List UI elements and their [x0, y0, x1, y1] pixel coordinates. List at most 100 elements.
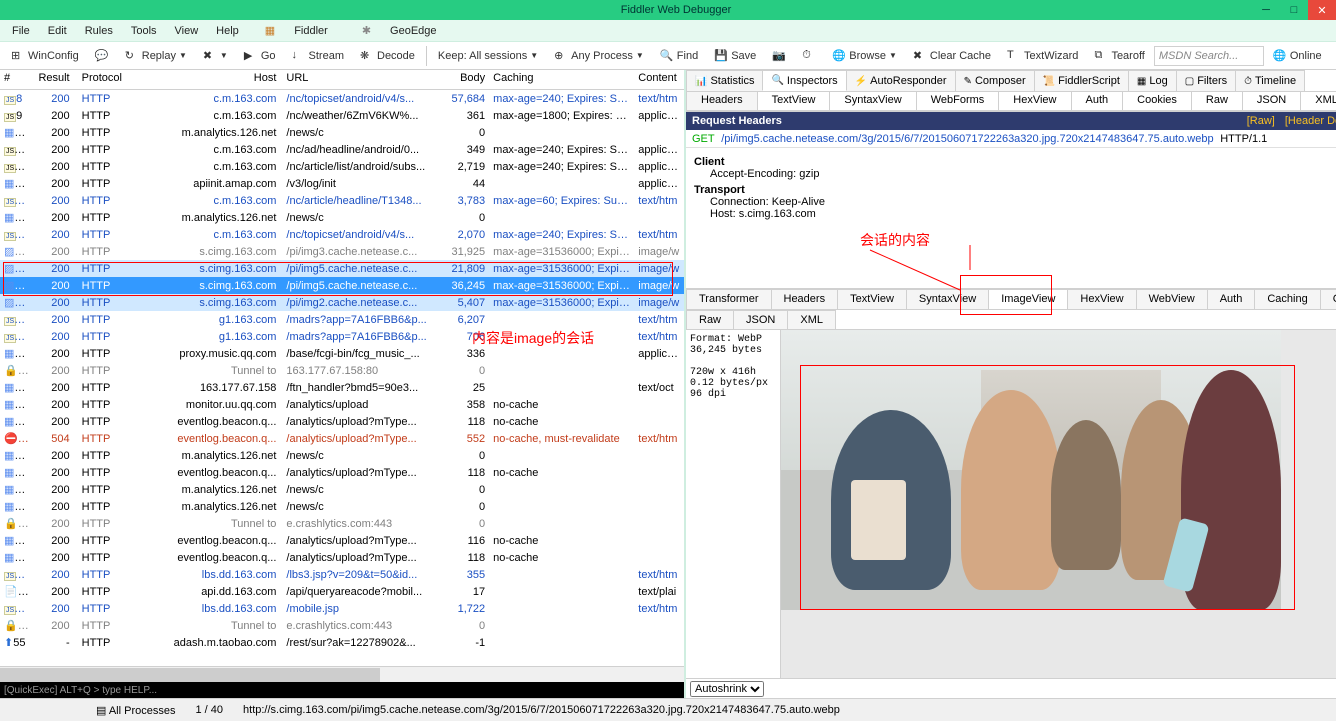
minimize-button[interactable]: ─	[1252, 0, 1280, 20]
tab-fiddlerscript[interactable]: 📜FiddlerScript	[1034, 70, 1129, 91]
table-row[interactable]: ▦26200HTTP163.177.67.158/ftn_handler?bmd…	[0, 379, 684, 396]
toolbar-textwizard[interactable]: TTextWizard	[1000, 46, 1085, 66]
toolbar-cam[interactable]: 📷	[765, 46, 793, 66]
table-row[interactable]: ▦28200HTTPeventlog.beacon.q.../analytics…	[0, 413, 684, 430]
table-row[interactable]: 🔒25200HTTPTunnel to163.177.67.158:800	[0, 362, 684, 379]
resptab-webview[interactable]: WebView	[1136, 289, 1208, 309]
table-row[interactable]: JS9200HTTPc.m.163.com/nc/weather/6ZmV6KW…	[0, 107, 684, 124]
reqtab-cookies[interactable]: Cookies	[1122, 92, 1192, 111]
resptab-syntaxview[interactable]: SyntaxView	[906, 289, 989, 309]
table-row[interactable]: 🔒47200HTTPTunnel toe.crashlytics.com:443…	[0, 515, 684, 532]
msdn-search[interactable]: MSDN Search...	[1154, 46, 1264, 66]
toolbar-tearoff[interactable]: ⧉Tearoff	[1087, 46, 1151, 66]
table-row[interactable]: JS14200HTTPc.m.163.com/nc/article/headli…	[0, 192, 684, 209]
reqtab-json[interactable]: JSON	[1242, 92, 1301, 111]
menu-view[interactable]: View	[167, 23, 207, 39]
toolbar-replay[interactable]: ↻Replay ▼	[118, 46, 194, 66]
tab-autoresponder[interactable]: ⚡AutoResponder	[846, 70, 956, 91]
resptab-cookie[interactable]: Cookie	[1320, 289, 1336, 309]
table-row[interactable]: JS22200HTTPg1.163.com/madrs?app=7A16FBB6…	[0, 328, 684, 345]
col-num[interactable]: #	[0, 70, 30, 89]
header-def-link[interactable]: [Header Definition	[1285, 115, 1336, 127]
menu-help[interactable]: Help	[208, 23, 247, 39]
grid-body[interactable]: JS8200HTTPc.m.163.com/nc/topicset/androi…	[0, 90, 684, 651]
toolbar-go[interactable]: ▶Go	[237, 46, 283, 66]
toolbar-keepallsessions[interactable]: Keep: All sessions ▼	[431, 47, 545, 65]
image-preview[interactable]	[781, 330, 1336, 678]
reqtab-hexview[interactable]: HexView	[998, 92, 1071, 111]
resptab-caching[interactable]: Caching	[1254, 289, 1320, 309]
status-processes[interactable]: ▤ All Processes	[96, 704, 175, 717]
table-row[interactable]: ▦38200HTTPm.analytics.126.net/news/c0	[0, 481, 684, 498]
col-body[interactable]: Body	[441, 70, 489, 89]
table-row[interactable]: ▦49200HTTPeventlog.beacon.q.../analytics…	[0, 549, 684, 566]
toolbar-bubble[interactable]: 💬	[88, 46, 116, 66]
table-row[interactable]: JS16200HTTPc.m.163.com/nc/topicset/andro…	[0, 226, 684, 243]
table-row[interactable]: ▨18200HTTPs.cimg.163.com/pi/img5.cache.n…	[0, 260, 684, 277]
table-row[interactable]: ▦23200HTTPproxy.music.qq.com/base/fcgi-b…	[0, 345, 684, 362]
toolbar-anyprocess[interactable]: ⊕Any Process ▼	[547, 46, 651, 66]
table-row[interactable]: JS21200HTTPg1.163.com/madrs?app=7A16FBB6…	[0, 311, 684, 328]
resptab-hexview[interactable]: HexView	[1067, 289, 1136, 309]
close-button[interactable]: ✕	[1308, 0, 1336, 20]
reqtab-headers[interactable]: Headers	[686, 92, 758, 111]
header-group-client[interactable]: Client	[694, 156, 1336, 168]
reqtab-syntaxview[interactable]: SyntaxView	[829, 92, 916, 111]
tab-log[interactable]: ▦Log	[1128, 70, 1177, 91]
menu-rules[interactable]: Rules	[77, 23, 121, 39]
table-row[interactable]: ▦13200HTTPapiinit.amap.com/v3/log/init44…	[0, 175, 684, 192]
header-group-transport[interactable]: Transport	[694, 184, 1336, 196]
resptab-imageview[interactable]: ImageView	[988, 289, 1068, 309]
toolbar-online[interactable]: 🌐Online	[1266, 46, 1329, 66]
resptab-auth[interactable]: Auth	[1207, 289, 1256, 309]
menu-fiddler[interactable]: ▦Fiddler	[249, 20, 344, 41]
table-row[interactable]: JS52200HTTPlbs.dd.163.com/mobile.jsp1,72…	[0, 600, 684, 617]
toolbar-stream[interactable]: ↓Stream	[285, 46, 351, 66]
col-caching[interactable]: Caching	[489, 70, 634, 89]
table-row[interactable]: ▦15200HTTPm.analytics.126.net/news/c0	[0, 209, 684, 226]
tab-timeline[interactable]: ⏱Timeline	[1235, 70, 1305, 91]
table-row[interactable]: JS12200HTTPc.m.163.com/nc/article/list/a…	[0, 158, 684, 175]
reqtab-webforms[interactable]: WebForms	[916, 92, 1000, 111]
toolbar-decode[interactable]: ❋Decode	[353, 46, 422, 66]
table-row[interactable]: ▦48200HTTPeventlog.beacon.q.../analytics…	[0, 532, 684, 549]
menu-tools[interactable]: Tools	[123, 23, 165, 39]
table-row[interactable]: ▦42200HTTPm.analytics.126.net/news/c0	[0, 498, 684, 515]
table-row[interactable]: ⬆55-HTTPadash.m.taobao.com/rest/sur?ak=1…	[0, 634, 684, 651]
table-row[interactable]: ▦27200HTTPmonitor.uu.qq.com/analytics/up…	[0, 396, 684, 413]
reqtab-xml[interactable]: XML	[1300, 92, 1336, 111]
maximize-button[interactable]: □	[1280, 0, 1308, 20]
raw-link[interactable]: [Raw]	[1247, 115, 1275, 127]
toolbar-save[interactable]: 💾Save	[707, 46, 763, 66]
col-result[interactable]: Result	[30, 70, 78, 89]
reqtab-textview[interactable]: TextView	[757, 92, 831, 111]
toolbar-winconfig[interactable]: ⊞WinConfig	[4, 46, 86, 66]
table-row[interactable]: ▨20200HTTPs.cimg.163.com/pi/img2.cache.n…	[0, 294, 684, 311]
request-headers-tree[interactable]: Client Accept-Encoding: gzip Transport C…	[686, 148, 1336, 248]
col-protocol[interactable]: Protocol	[78, 70, 134, 89]
table-row[interactable]: ▦35200HTTPeventlog.beacon.q.../analytics…	[0, 464, 684, 481]
resptab-raw[interactable]: Raw	[686, 310, 734, 329]
table-row[interactable]: ⛔29504HTTPeventlog.beacon.q.../analytics…	[0, 430, 684, 447]
table-row[interactable]: 📄51200HTTPapi.dd.163.com/api/queryareaco…	[0, 583, 684, 600]
resptab-transformer[interactable]: Transformer	[686, 289, 772, 309]
toolbar-clearcache[interactable]: ✖Clear Cache	[906, 46, 998, 66]
tab-statistics[interactable]: 📊Statistics	[686, 70, 763, 91]
autoshrink-select[interactable]: Autoshrink	[690, 681, 764, 697]
toolbar-find[interactable]: 🔍Find	[653, 46, 705, 66]
resptab-headers[interactable]: Headers	[771, 289, 839, 309]
toolbar-x[interactable]: ✖ ▼	[196, 46, 235, 66]
toolbar-timer[interactable]: ⏱	[795, 46, 823, 66]
table-row[interactable]: ▨19200HTTPs.cimg.163.com/pi/img5.cache.n…	[0, 277, 684, 294]
col-host[interactable]: Host	[133, 70, 282, 89]
table-row[interactable]: ▦10200HTTPm.analytics.126.net/news/c0	[0, 124, 684, 141]
reqtab-auth[interactable]: Auth	[1071, 92, 1124, 111]
resptab-xml[interactable]: XML	[787, 310, 836, 329]
horizontal-scrollbar[interactable]	[0, 666, 684, 682]
menu-geoedge[interactable]: ✱GeoEdge	[346, 20, 453, 41]
reqtab-raw[interactable]: Raw	[1191, 92, 1243, 111]
table-row[interactable]: ▦33200HTTPm.analytics.126.net/news/c0	[0, 447, 684, 464]
tab-inspectors[interactable]: 🔍Inspectors	[762, 70, 846, 91]
tab-composer[interactable]: ✎Composer	[955, 70, 1035, 91]
table-row[interactable]: JS8200HTTPc.m.163.com/nc/topicset/androi…	[0, 90, 684, 107]
